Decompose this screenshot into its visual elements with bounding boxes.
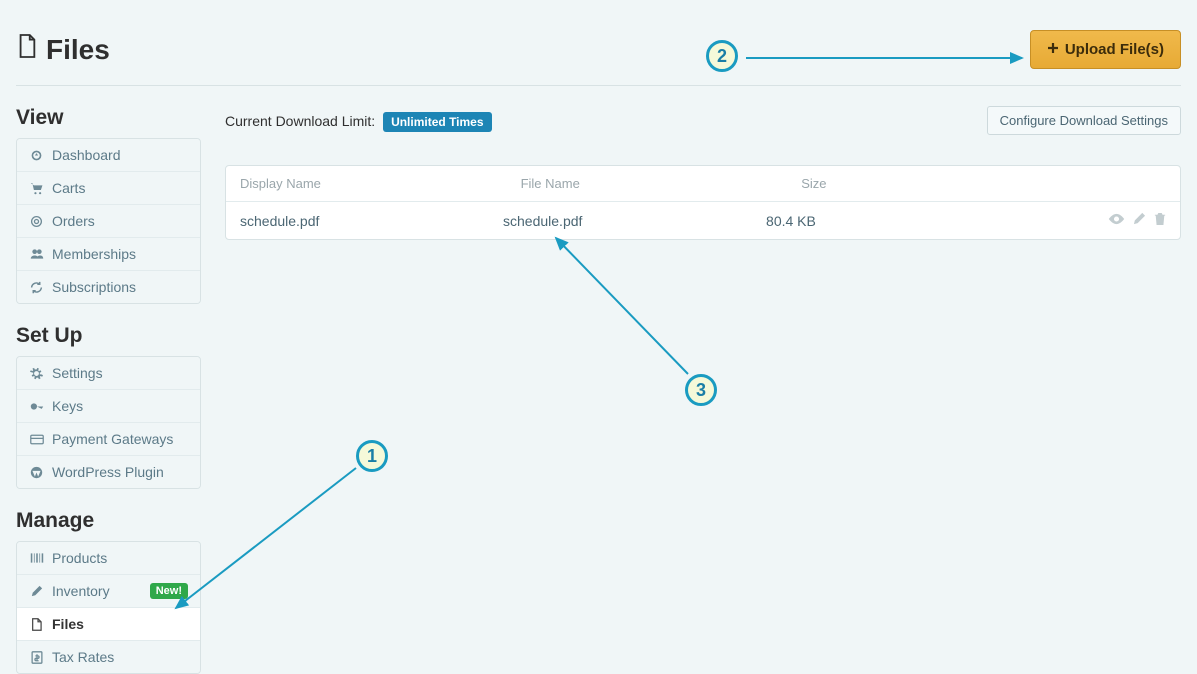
nav-item-settings[interactable]: Settings — [17, 357, 200, 390]
nav-item-subscriptions[interactable]: Subscriptions — [17, 271, 200, 303]
orders-icon — [29, 215, 44, 228]
nav-item-label: Keys — [52, 398, 188, 414]
configure-download-settings-button[interactable]: Configure Download Settings — [987, 106, 1181, 135]
gear-icon — [29, 367, 44, 380]
download-limit-text: Current Download Limit: — [225, 113, 375, 129]
nav-item-label: Settings — [52, 365, 188, 381]
page-header: Files Upload File(s) — [16, 0, 1181, 86]
nav-item-products[interactable]: Products — [17, 542, 200, 575]
nav-item-orders[interactable]: Orders — [17, 205, 200, 238]
upload-files-label: Upload File(s) — [1065, 41, 1164, 58]
edit-icon[interactable] — [1133, 212, 1146, 229]
nav-item-tax-rates[interactable]: Tax Rates — [17, 641, 200, 673]
sidebar-section-manage-title: Manage — [16, 509, 201, 533]
dashboard-icon — [29, 149, 44, 162]
nav-item-label: Subscriptions — [52, 279, 188, 295]
members-icon — [29, 248, 44, 260]
nav-group-view: Dashboard Carts Orders Memberships Subsc… — [16, 138, 201, 304]
nav-item-payment-gateways[interactable]: Payment Gateways — [17, 423, 200, 456]
nav-item-label: Dashboard — [52, 147, 188, 163]
page-title: Files — [16, 33, 110, 66]
nav-item-keys[interactable]: Keys — [17, 390, 200, 423]
nav-item-inventory[interactable]: Inventory New! — [17, 575, 200, 608]
files-table: Display Name File Name Size schedule.pdf… — [225, 165, 1181, 240]
nav-item-label: Orders — [52, 213, 188, 229]
nav-item-label: Files — [52, 616, 188, 632]
cell-size: 80.4 KB — [766, 213, 1108, 229]
nav-item-label: Inventory — [52, 583, 142, 599]
nav-item-memberships[interactable]: Memberships — [17, 238, 200, 271]
nav-item-dashboard[interactable]: Dashboard — [17, 139, 200, 172]
pencil-icon — [29, 585, 44, 597]
refresh-icon — [29, 281, 44, 294]
nav-item-carts[interactable]: Carts — [17, 172, 200, 205]
card-icon — [29, 434, 44, 445]
dollar-icon — [29, 651, 44, 664]
cart-icon — [29, 182, 44, 195]
file-icon — [16, 33, 38, 66]
barcode-icon — [29, 552, 44, 564]
plus-icon — [1047, 41, 1059, 58]
download-limit-label: Current Download Limit: Unlimited Times — [225, 113, 492, 129]
nav-item-label: WordPress Plugin — [52, 464, 188, 480]
nav-group-setup: Settings Keys Payment Gateways WordPress… — [16, 356, 201, 489]
annotation-bubble-3: 3 — [685, 374, 717, 406]
sidebar-section-view-title: View — [16, 106, 201, 130]
col-file-name: File Name — [521, 176, 802, 191]
view-icon[interactable] — [1108, 212, 1125, 229]
delete-icon[interactable] — [1154, 212, 1166, 229]
nav-item-label: Payment Gateways — [52, 431, 188, 447]
sidebar-section-setup-title: Set Up — [16, 324, 201, 348]
download-limit-row: Current Download Limit: Unlimited Times … — [225, 106, 1181, 135]
wordpress-icon — [29, 466, 44, 479]
nav-item-label: Carts — [52, 180, 188, 196]
table-header-row: Display Name File Name Size — [226, 166, 1180, 202]
nav-item-label: Tax Rates — [52, 649, 188, 665]
new-badge: New! — [150, 583, 188, 599]
upload-files-button[interactable]: Upload File(s) — [1030, 30, 1181, 69]
nav-item-files[interactable]: Files — [17, 608, 200, 641]
page-title-text: Files — [46, 34, 110, 66]
cell-file-name: schedule.pdf — [503, 213, 766, 229]
table-row[interactable]: schedule.pdf schedule.pdf 80.4 KB — [226, 202, 1180, 239]
annotation-bubble-2: 2 — [706, 40, 738, 72]
sidebar: View Dashboard Carts Orders Memberships — [16, 106, 201, 674]
col-display-name: Display Name — [240, 176, 521, 191]
nav-item-label: Memberships — [52, 246, 188, 262]
key-icon — [29, 400, 44, 413]
nav-item-label: Products — [52, 550, 188, 566]
nav-item-wordpress-plugin[interactable]: WordPress Plugin — [17, 456, 200, 488]
row-actions — [1108, 212, 1166, 229]
col-size: Size — [801, 176, 1166, 191]
download-limit-value: Unlimited Times — [383, 112, 491, 132]
file-icon — [29, 618, 44, 631]
nav-group-manage: Products Inventory New! Files Tax Rates — [16, 541, 201, 674]
annotation-bubble-1: 1 — [356, 440, 388, 472]
cell-display-name: schedule.pdf — [240, 213, 503, 229]
